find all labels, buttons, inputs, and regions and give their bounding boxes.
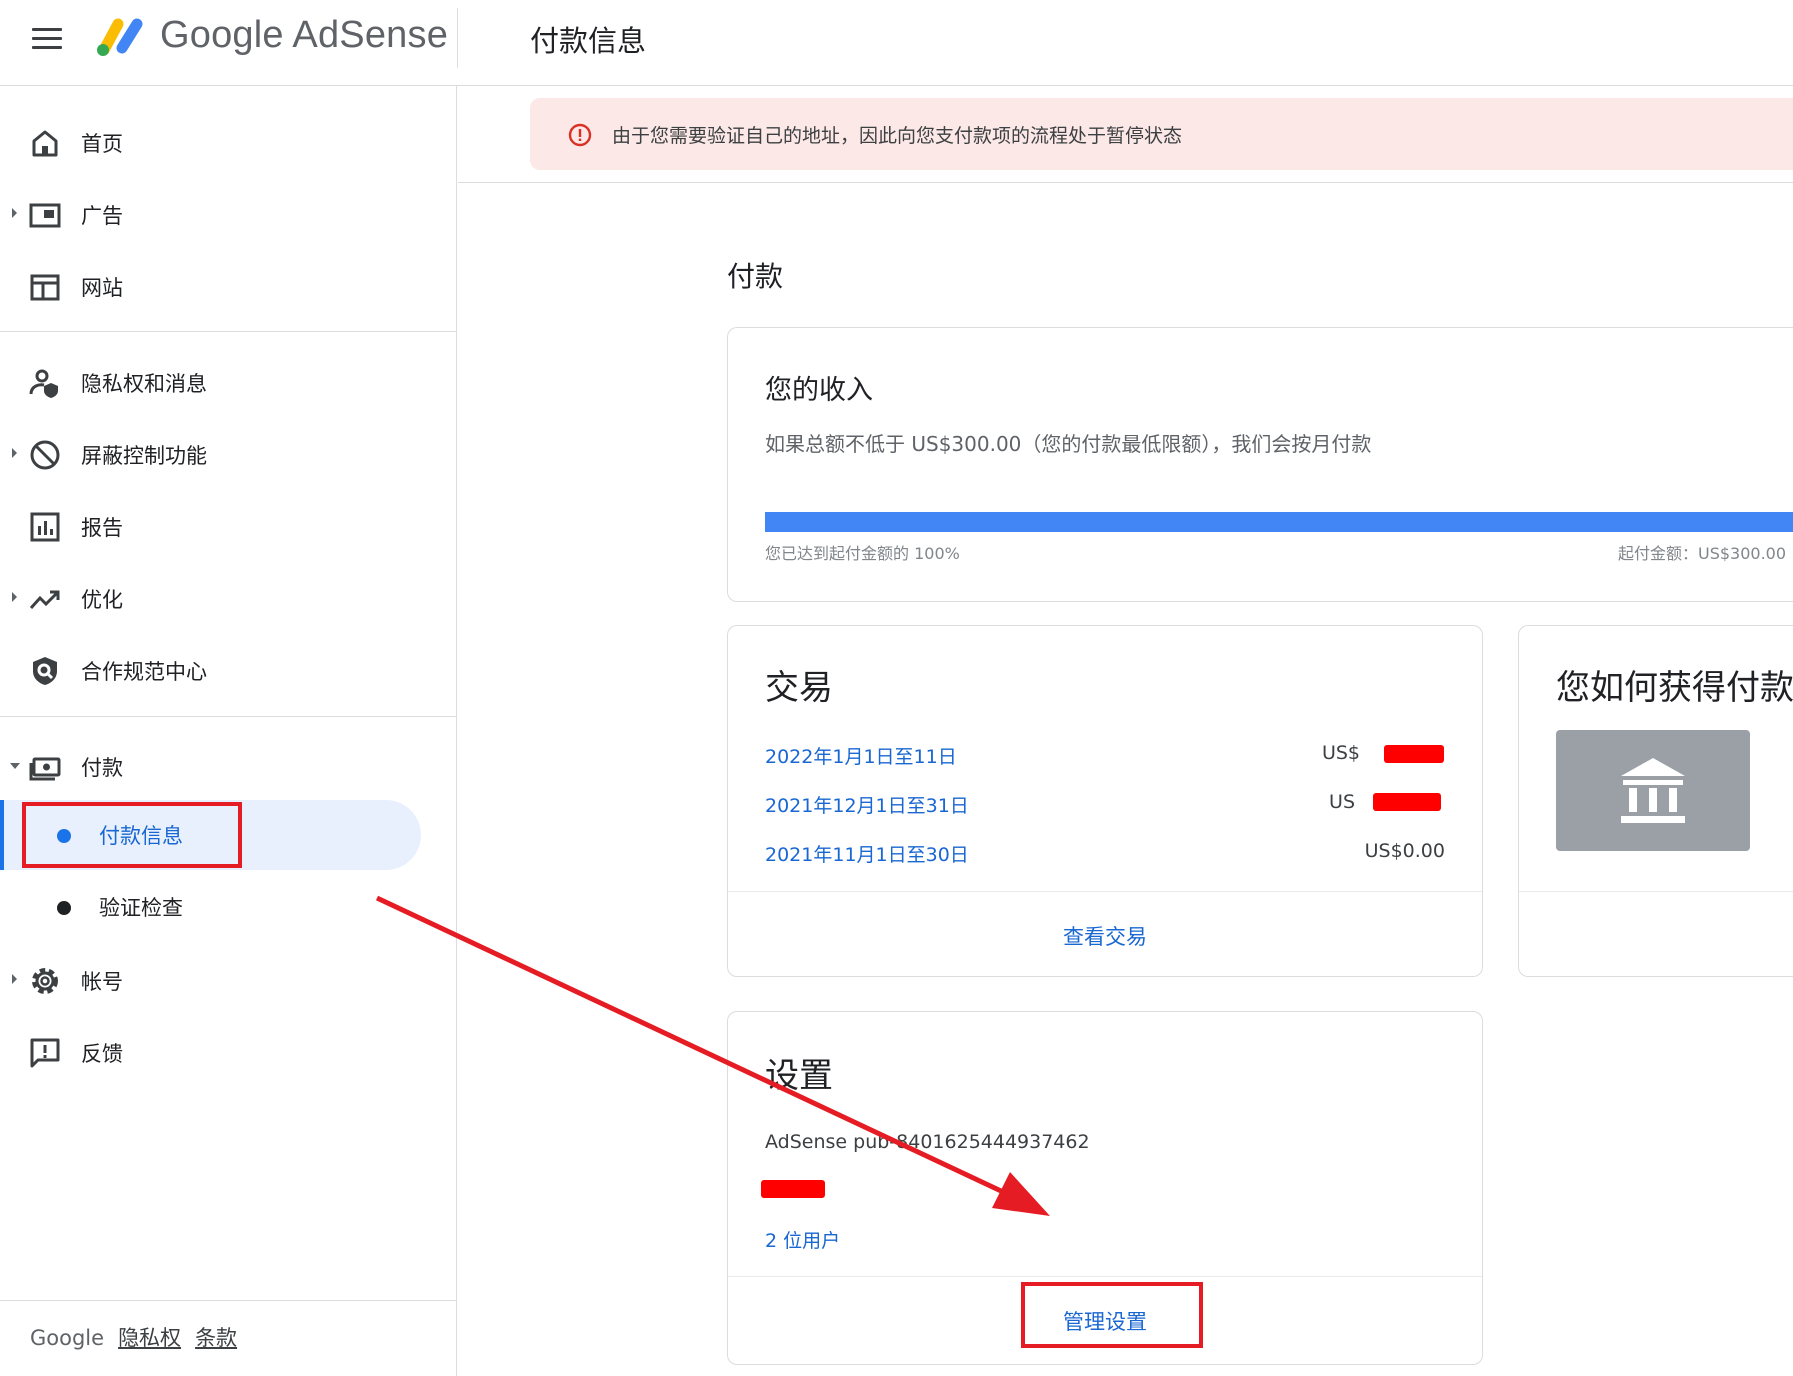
- sidebar-item-payments[interactable]: 付款: [0, 736, 457, 796]
- view-transactions-link[interactable]: 查看交易: [1063, 921, 1147, 951]
- gear-icon: [32, 968, 58, 994]
- transaction-period-link[interactable]: 2022年1月1日至11日: [765, 742, 957, 769]
- transaction-row: 2021年11月1日至30日 US$0.00: [765, 840, 1445, 880]
- transaction-amount: US$0.00: [1364, 840, 1445, 862]
- earnings-title: 您的收入: [765, 375, 873, 406]
- annotation-highlight-box: [22, 802, 242, 868]
- main-divider: [458, 182, 1793, 183]
- footer-brand: Google: [30, 1326, 105, 1350]
- sidebar-item-account[interactable]: 帐号: [0, 950, 457, 1010]
- bank-icon: [1621, 758, 1685, 823]
- redaction-mark: [1384, 745, 1444, 763]
- sidebar-item-label: 报告: [81, 516, 123, 540]
- sites-icon: [30, 274, 60, 301]
- bullet-icon: [57, 901, 71, 915]
- annotation-highlight-box: [1021, 1282, 1203, 1348]
- sidebar-divider: [0, 331, 457, 332]
- transaction-amount: US$: [1321, 742, 1360, 764]
- transactions-title: 交易: [765, 668, 833, 708]
- transaction-period-link[interactable]: 2021年11月1日至30日: [765, 840, 969, 867]
- redaction-mark: [1373, 793, 1441, 811]
- terms-link[interactable]: 条款: [195, 1326, 237, 1350]
- top-app-bar: Google AdSense 付款信息: [0, 0, 1793, 86]
- error-icon: [568, 123, 592, 147]
- alert-text: 由于您需要验证自己的地址，因此向您支付款项的流程处于暂停状态: [612, 125, 1183, 147]
- collapse-caret-icon[interactable]: [10, 763, 20, 769]
- payments-icon: [29, 757, 61, 781]
- sidebar-subitem-label: 验证检查: [99, 896, 183, 920]
- ads-icon: [29, 203, 61, 228]
- sidebar-item-reports[interactable]: 报告: [0, 496, 457, 556]
- sidebar-divider: [0, 716, 457, 717]
- sidebar-item-ads[interactable]: 广告: [0, 184, 457, 244]
- sidebar: 首页 广告 网站 隐私权和消息 屏蔽控制功能 报告 优化 合作规范中心 付款 付…: [0, 86, 457, 1376]
- sidebar-footer: Google 隐私权 条款: [30, 1322, 237, 1352]
- threshold-progress-bar: [765, 512, 1793, 532]
- settings-title: 设置: [765, 1056, 833, 1096]
- users-link[interactable]: 2 位用户: [765, 1226, 840, 1253]
- trending-icon: [29, 590, 60, 610]
- footer-divider: [0, 1300, 457, 1301]
- progress-percent-text: 您已达到起付金额的 100%: [765, 544, 960, 563]
- block-icon: [30, 440, 60, 470]
- transaction-row: 2022年1月1日至11日 US$: [765, 742, 1445, 782]
- redaction-mark: [761, 1180, 825, 1198]
- adsense-logo-icon: [97, 18, 143, 56]
- sidebar-item-label: 网站: [81, 276, 123, 300]
- sidebar-item-label: 屏蔽控制功能: [81, 444, 207, 468]
- privacy-link[interactable]: 隐私权: [118, 1326, 181, 1350]
- card-divider: [728, 891, 1482, 892]
- expand-caret-icon[interactable]: [12, 208, 17, 218]
- header-divider: [457, 8, 458, 68]
- sidebar-item-label: 隐私权和消息: [81, 372, 207, 396]
- sidebar-item-optimization[interactable]: 优化: [0, 568, 457, 628]
- transactions-card: 交易 2022年1月1日至11日 US$ 2021年12月1日至31日 US 2…: [727, 625, 1483, 977]
- privacy-icon: [29, 369, 58, 398]
- sidebar-item-label: 合作规范中心: [81, 660, 207, 684]
- expand-caret-icon[interactable]: [12, 592, 17, 602]
- section-title: 付款: [727, 260, 784, 293]
- reports-icon: [30, 512, 60, 542]
- sidebar-item-label: 首页: [81, 132, 123, 156]
- progress-fill: [765, 512, 1793, 532]
- card-divider: [728, 1276, 1482, 1277]
- home-icon: [32, 130, 58, 157]
- page-title: 付款信息: [530, 24, 647, 58]
- brand-name: Google AdSense: [160, 14, 449, 56]
- sidebar-item-privacy[interactable]: 隐私权和消息: [0, 352, 457, 412]
- transaction-amount: US: [1329, 791, 1355, 813]
- sidebar-item-home[interactable]: 首页: [0, 112, 457, 172]
- payment-method-title: 您如何获得付款: [1556, 668, 1793, 708]
- expand-caret-icon[interactable]: [12, 974, 17, 984]
- bank-account-tile[interactable]: [1556, 730, 1750, 851]
- sidebar-item-sites[interactable]: 网站: [0, 256, 457, 316]
- expand-caret-icon[interactable]: [12, 448, 17, 458]
- threshold-amount-text: 起付金额：US$300.00: [1618, 544, 1787, 563]
- sidebar-item-feedback[interactable]: 反馈: [0, 1022, 457, 1082]
- policy-icon: [33, 657, 57, 685]
- earnings-card: 您的收入 如果总额不低于 US$300.00（您的付款最低限额），我们会按月付款…: [727, 327, 1793, 602]
- sidebar-item-label: 广告: [81, 204, 123, 228]
- transaction-period-link[interactable]: 2021年12月1日至31日: [765, 791, 969, 818]
- feedback-icon: [30, 1038, 60, 1068]
- sidebar-item-label: 优化: [81, 588, 123, 612]
- payment-method-card: 您如何获得付款: [1518, 625, 1793, 977]
- publisher-id: AdSense pub-8401625444937462: [765, 1131, 1090, 1153]
- sidebar-item-label: 反馈: [81, 1042, 123, 1066]
- earnings-description: 如果总额不低于 US$300.00（您的付款最低限额），我们会按月付款: [765, 432, 1372, 456]
- card-divider: [1519, 891, 1793, 892]
- alert-banner: 由于您需要验证自己的地址，因此向您支付款项的流程处于暂停状态: [530, 98, 1793, 170]
- sidebar-item-blocking[interactable]: 屏蔽控制功能: [0, 424, 457, 484]
- sidebar-subitem-verification[interactable]: 验证检查: [0, 872, 457, 936]
- transaction-row: 2021年12月1日至31日 US: [765, 791, 1445, 831]
- menu-icon[interactable]: [32, 28, 62, 50]
- sidebar-item-label: 帐号: [81, 970, 123, 994]
- sidebar-item-policy-center[interactable]: 合作规范中心: [0, 640, 457, 700]
- sidebar-item-label: 付款: [81, 756, 123, 780]
